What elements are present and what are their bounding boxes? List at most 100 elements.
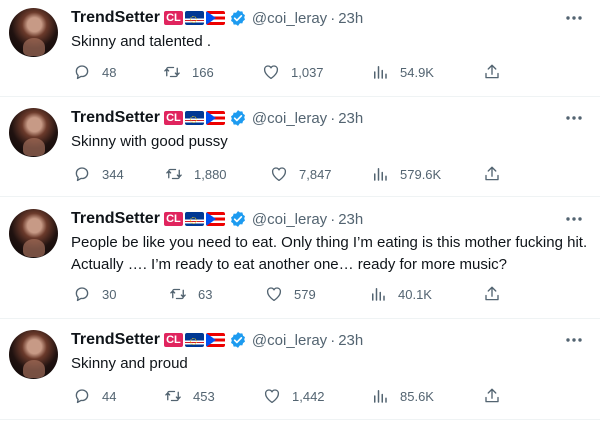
cape-verde-flag-icon xyxy=(184,11,204,25)
tweet-divider xyxy=(0,419,600,420)
cl-badge-label: CL xyxy=(166,112,181,124)
retweet-icon xyxy=(165,390,181,402)
reply-button[interactable]: 30 xyxy=(73,285,116,303)
puerto-rico-flag-icon xyxy=(205,11,225,25)
tweet-divider xyxy=(0,318,600,319)
heart-icon xyxy=(271,167,287,182)
views-chart-icon xyxy=(374,168,387,181)
share-icon[interactable] xyxy=(483,387,501,405)
cape-verde-flag-icon xyxy=(184,333,204,347)
handle[interactable]: @coi_leray xyxy=(252,10,327,27)
views-button[interactable]: 579.6K xyxy=(371,165,441,183)
like-button[interactable]: 1,442 xyxy=(263,387,325,405)
verified-badge-icon xyxy=(230,10,245,26)
timestamp[interactable]: 23h xyxy=(338,332,363,349)
avatar[interactable] xyxy=(9,330,58,379)
more-options-icon[interactable] xyxy=(564,330,584,350)
timestamp[interactable]: 23h xyxy=(338,110,363,127)
reply-icon xyxy=(75,65,89,80)
view-count: 40.1K xyxy=(398,286,432,302)
name-flags: CL xyxy=(163,11,227,25)
share-icon[interactable] xyxy=(483,165,501,183)
puerto-rico-flag-icon xyxy=(205,111,225,125)
timestamp[interactable]: 23h xyxy=(338,211,363,228)
name-flags: CL xyxy=(163,333,227,347)
tweet[interactable]: TrendSetter CL @coi_leray · 23h Skinny a… xyxy=(0,322,600,418)
like-button[interactable]: 1,037 xyxy=(262,63,324,81)
cl-badge-icon: CL xyxy=(163,11,183,25)
views-chart-icon xyxy=(372,288,385,301)
name-flags: CL xyxy=(163,111,227,125)
like-button[interactable]: 579 xyxy=(265,285,316,303)
display-name[interactable]: TrendSetter xyxy=(71,210,160,228)
heart-icon xyxy=(263,65,279,80)
more-options-icon[interactable] xyxy=(564,209,584,229)
retweet-count: 63 xyxy=(198,286,213,302)
like-button[interactable]: 7,847 xyxy=(270,165,332,183)
verified-badge-icon xyxy=(230,110,245,126)
tweet[interactable]: TrendSetter CL @coi_leray · 23h Skinny w… xyxy=(0,100,600,198)
like-count: 1,037 xyxy=(291,64,324,80)
share-icon[interactable] xyxy=(483,285,501,303)
share-icon[interactable] xyxy=(483,63,501,81)
handle[interactable]: @coi_leray xyxy=(252,211,327,228)
views-button[interactable]: 54.9K xyxy=(371,63,434,81)
cl-badge-label: CL xyxy=(166,334,181,346)
separator-dot: · xyxy=(330,210,336,228)
retweet-button[interactable]: 453 xyxy=(164,387,215,405)
tweet-header: TrendSetter CL @coi_leray · 23h xyxy=(71,209,363,229)
handle[interactable]: @coi_leray xyxy=(252,332,327,349)
tweet[interactable]: TrendSetter CL @coi_leray · 23h People b… xyxy=(0,201,600,318)
reply-button[interactable]: 344 xyxy=(73,165,124,183)
tweet[interactable]: TrendSetter CL @coi_leray · 23h Skinny a… xyxy=(0,0,600,98)
verified-badge-icon xyxy=(230,211,245,227)
cl-badge-icon: CL xyxy=(163,111,183,125)
reply-count: 44 xyxy=(102,388,117,404)
cl-badge-label: CL xyxy=(166,213,181,225)
display-name[interactable]: TrendSetter xyxy=(71,331,160,349)
retweet-icon xyxy=(166,168,182,180)
tweet-text: Skinny and proud xyxy=(71,355,188,372)
cl-badge-label: CL xyxy=(166,12,181,24)
puerto-rico-flag-icon xyxy=(205,212,225,226)
views-button[interactable]: 85.6K xyxy=(371,387,434,405)
like-count: 7,847 xyxy=(299,166,332,182)
separator-dot: · xyxy=(330,331,336,349)
display-name[interactable]: TrendSetter xyxy=(71,109,160,127)
retweet-icon xyxy=(164,66,180,78)
more-options-icon[interactable] xyxy=(564,108,584,128)
display-name[interactable]: TrendSetter xyxy=(71,9,160,27)
name-flags: CL xyxy=(163,212,227,226)
avatar[interactable] xyxy=(9,108,58,157)
tweet-header: TrendSetter CL @coi_leray · 23h xyxy=(71,108,363,128)
verified-badge-icon xyxy=(230,332,245,348)
reply-count: 30 xyxy=(102,286,117,302)
retweet-count: 166 xyxy=(192,64,214,80)
reply-count: 48 xyxy=(102,64,117,80)
heart-icon xyxy=(266,287,282,302)
tweet-text: Skinny and talented . xyxy=(71,33,212,50)
reply-icon xyxy=(75,389,89,404)
separator-dot: · xyxy=(330,9,336,27)
puerto-rico-flag-icon xyxy=(205,333,225,347)
cl-badge-icon: CL xyxy=(163,333,183,347)
handle[interactable]: @coi_leray xyxy=(252,110,327,127)
retweet-count: 1,880 xyxy=(194,166,227,182)
tweet-header: TrendSetter CL @coi_leray · 23h xyxy=(71,330,363,350)
avatar[interactable] xyxy=(9,209,58,258)
more-options-icon[interactable] xyxy=(564,8,584,28)
reply-button[interactable]: 44 xyxy=(73,387,116,405)
tweet-divider xyxy=(0,96,600,97)
timestamp[interactable]: 23h xyxy=(338,10,363,27)
reply-button[interactable]: 48 xyxy=(73,63,116,81)
retweet-button[interactable]: 166 xyxy=(163,63,214,81)
like-count: 579 xyxy=(294,286,316,302)
retweet-button[interactable]: 63 xyxy=(169,285,212,303)
views-button[interactable]: 40.1K xyxy=(369,285,432,303)
avatar[interactable] xyxy=(9,8,58,57)
cl-badge-icon: CL xyxy=(163,212,183,226)
tweet-divider xyxy=(0,196,600,197)
retweet-button[interactable]: 1,880 xyxy=(165,165,227,183)
view-count: 54.9K xyxy=(400,64,434,80)
cape-verde-flag-icon xyxy=(184,111,204,125)
